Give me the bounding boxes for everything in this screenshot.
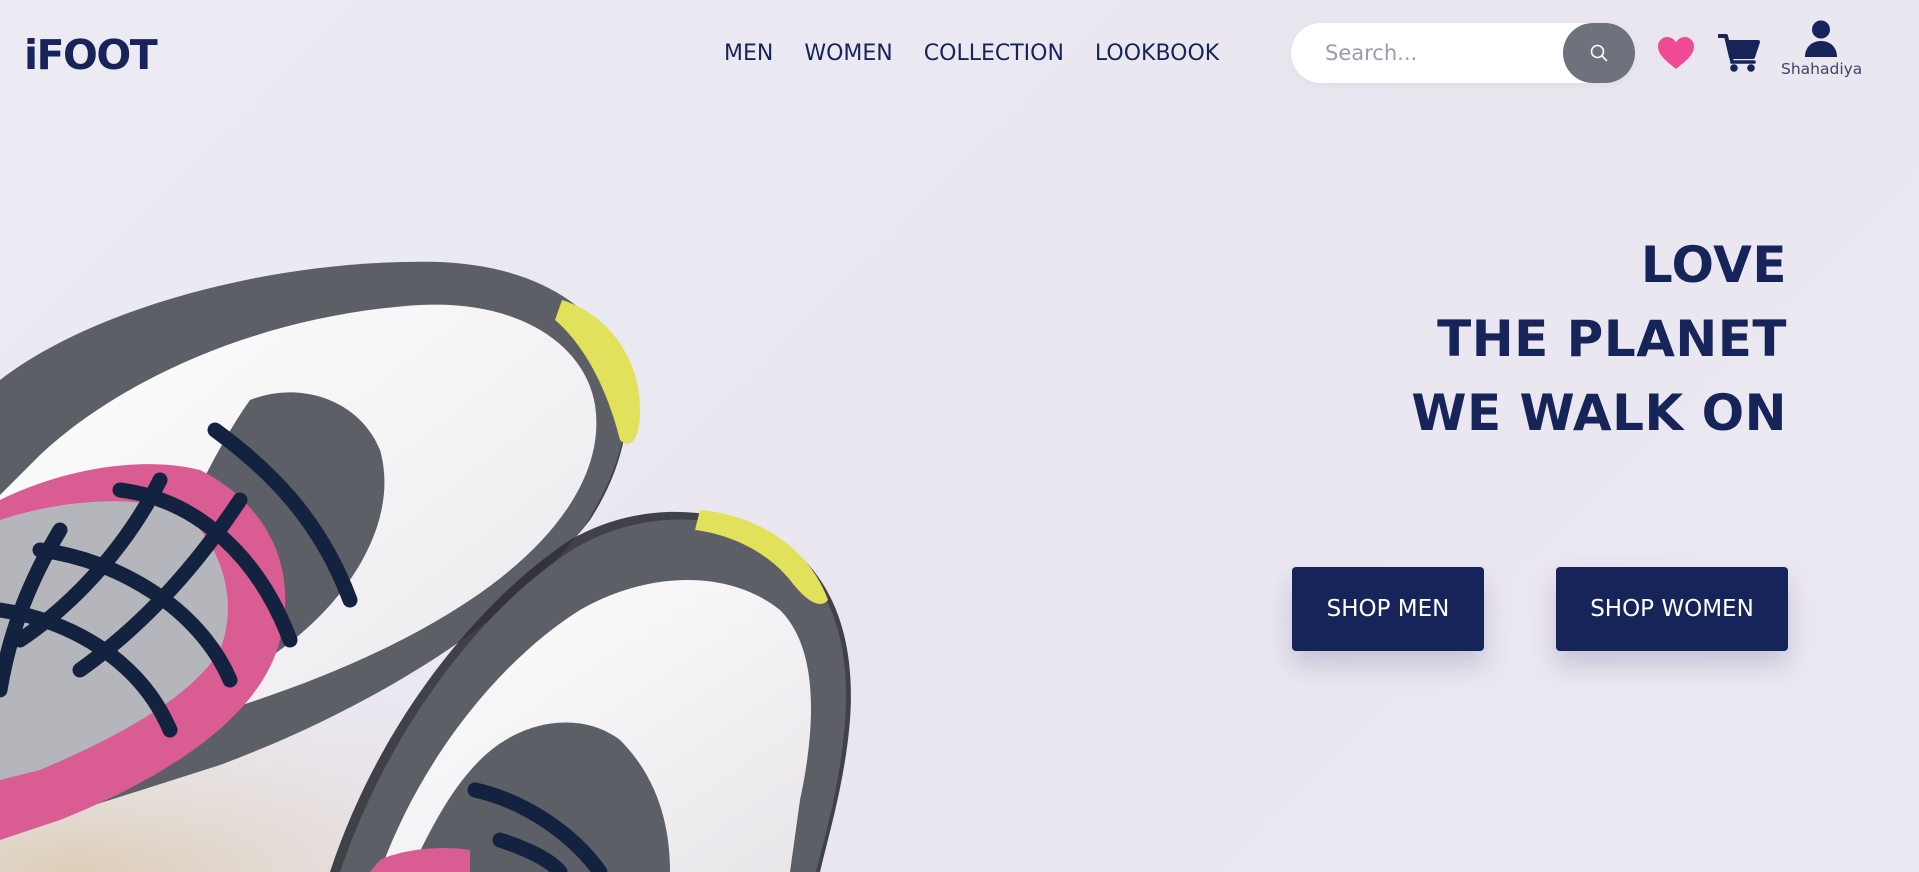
cart-icon[interactable]	[1718, 33, 1760, 73]
user-account[interactable]: Shahadiya	[1781, 20, 1863, 82]
main-nav: MEN WOMEN COLLECTION LOOKBOOK	[724, 39, 1219, 69]
nav-item-lookbook[interactable]: LOOKBOOK	[1095, 39, 1219, 69]
heart-icon[interactable]	[1657, 36, 1695, 70]
magnifier-icon	[1590, 44, 1608, 62]
headline-line-3: WE WALK ON	[1411, 384, 1787, 442]
headline-line-2: THE PLANET	[1437, 310, 1787, 368]
nav-item-women[interactable]: WOMEN	[804, 39, 892, 69]
search-input[interactable]	[1325, 23, 1545, 83]
shop-women-button[interactable]: SHOP WOMEN	[1556, 567, 1788, 651]
nav-item-men[interactable]: MEN	[724, 39, 773, 69]
user-icon	[1805, 20, 1837, 57]
user-name: Shahadiya	[1781, 60, 1863, 78]
shop-men-button[interactable]: SHOP MEN	[1292, 567, 1484, 651]
nav-item-collection[interactable]: COLLECTION	[924, 39, 1064, 69]
search-button[interactable]	[1563, 23, 1635, 83]
brand-logo[interactable]: iFOOT	[24, 30, 158, 80]
hero-headline: LOVE THE PLANET WE WALK ON	[1411, 228, 1787, 450]
search-bar	[1291, 23, 1635, 83]
headline-line-1: LOVE	[1640, 236, 1787, 294]
